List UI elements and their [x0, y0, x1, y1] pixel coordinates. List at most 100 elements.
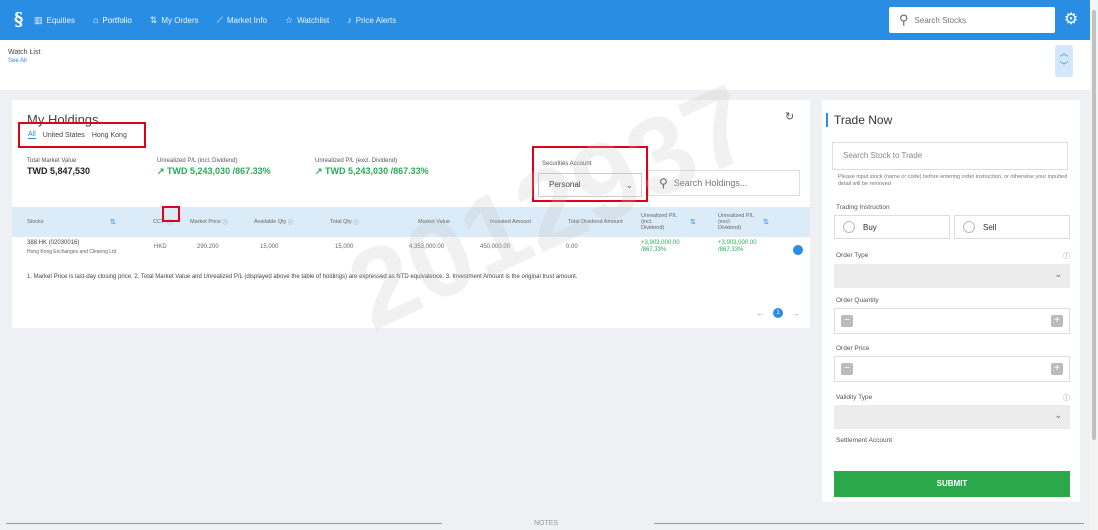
- trade-now-panel: Trade Now Search Stock to Trade Please i…: [822, 100, 1080, 502]
- table-row[interactable]: 388.HK (02030016) Hong Kong Exchanges an…: [12, 237, 810, 263]
- ccy-info-highlight: [162, 206, 180, 222]
- bell-icon: ♪: [347, 15, 352, 25]
- submit-button[interactable]: SUBMIT: [834, 471, 1070, 497]
- tab-united-states[interactable]: United States: [43, 132, 85, 139]
- chevron-down-icon[interactable]: ﹀: [1055, 60, 1073, 73]
- row-action-dot[interactable]: [793, 245, 803, 255]
- col-total-dividend: Total Dividend Amount: [568, 219, 623, 225]
- total-market-value-label: Total Market Value: [27, 158, 77, 164]
- info-icon[interactable]: ⓘ: [1063, 251, 1070, 261]
- order-quantity-stepper[interactable]: − +: [834, 308, 1070, 334]
- main-nav: ▥ Equities ⌂ Portfolio ⇅ My Orders ⟋ Market …: [34, 15, 414, 26]
- trade-stock-search[interactable]: Search Stock to Trade: [832, 142, 1068, 170]
- stock-search-box[interactable]: ⚲: [889, 7, 1055, 33]
- validity-type-select[interactable]: ⌄: [834, 405, 1070, 429]
- chevron-up-icon[interactable]: ︿: [1055, 47, 1073, 60]
- cell-ccy: HKD: [154, 244, 167, 250]
- nav-my-orders[interactable]: ⇅ My Orders: [150, 15, 199, 26]
- sort-icon[interactable]: ⇅: [763, 207, 769, 237]
- sort-icon[interactable]: ⇅: [110, 207, 116, 237]
- info-icon[interactable]: ⓘ: [353, 218, 359, 226]
- chevron-down-icon: ⌄: [1054, 269, 1062, 279]
- securities-account-select[interactable]: Personal ⌄: [538, 173, 642, 197]
- market-tabs: All United States Hong Kong: [18, 122, 146, 148]
- top-navigation-bar: § ▥ Equities ⌂ Portfolio ⇅ My Orders ⟋ Marke…: [0, 0, 1090, 40]
- col-upl-incl: Unrealized P/L (incl. Dividend): [641, 213, 677, 231]
- gear-icon[interactable]: ⚙: [1061, 10, 1081, 30]
- validity-type-label: Validity Type: [836, 394, 873, 401]
- upl-excl-amount: ↗ TWD 5,243,030 /867.33%: [315, 166, 429, 176]
- minus-icon[interactable]: −: [841, 363, 853, 375]
- info-icon[interactable]: ⓘ: [222, 218, 228, 226]
- unrealized-pl-excl: Unrealized P/L (excl. Dividend) ↗ TWD 5,…: [315, 158, 429, 177]
- divider: [6, 523, 442, 524]
- nav-equities[interactable]: ▥ Equities: [34, 15, 75, 26]
- holdings-search-box[interactable]: ⚲: [648, 170, 800, 196]
- total-market-value: Total Market Value TWD 5,847,530: [27, 158, 90, 176]
- sort-icon[interactable]: ⇅: [690, 207, 696, 237]
- buy-radio[interactable]: Buy: [834, 215, 950, 239]
- nav-portfolio[interactable]: ⌂ Portfolio: [93, 15, 132, 25]
- holdings-table-header: Stocks ⇅ CCY ⓘ Market Price ⓘ Available …: [12, 207, 810, 237]
- divider: [654, 523, 1084, 524]
- portfolio-icon: ⌂: [92, 15, 99, 25]
- sell-label: Sell: [983, 222, 997, 232]
- search-icon: ⚲: [899, 12, 909, 27]
- total-market-value-amount: TWD 5,847,530: [27, 166, 91, 176]
- col-market-value: Market Value: [418, 219, 450, 225]
- minus-icon[interactable]: −: [841, 315, 853, 327]
- cell-upl-incl: +3,903,000.00 /867.33%: [641, 240, 680, 253]
- order-quantity-label: Order Quantity: [836, 297, 879, 304]
- star-icon: ☆: [285, 14, 294, 25]
- nav-watchlist[interactable]: ☆ Watchlist: [285, 15, 329, 26]
- cell-total-dividend: 0.00: [566, 244, 578, 250]
- col-total-qty: Total Qty ⓘ: [330, 218, 359, 226]
- watch-list-title: Watch List: [8, 49, 41, 56]
- radio-circle-icon: [963, 221, 975, 233]
- cell-total-qty: 15,000: [335, 244, 354, 250]
- radio-circle-icon: [843, 221, 855, 233]
- bank-logo-icon[interactable]: §: [14, 10, 28, 30]
- info-icon[interactable]: ⓘ: [288, 218, 294, 226]
- buy-label: Buy: [863, 222, 877, 232]
- securities-account-value: Personal: [549, 180, 581, 189]
- watch-list-toggle[interactable]: ︿ ﹀: [1055, 45, 1073, 77]
- watch-list-bar: Watch List See All ︿ ﹀: [0, 40, 1090, 90]
- next-page-arrow-icon[interactable]: →: [791, 308, 800, 318]
- col-upl-excl: Unrealized P/L (excl. Dividend): [718, 213, 754, 231]
- stock-name: Hong Kong Exchanges and Clearing Ltd: [27, 249, 117, 255]
- order-price-label: Order Price: [836, 345, 870, 352]
- col-stocks: Stocks: [27, 219, 44, 225]
- prev-page-arrow-icon[interactable]: ←: [756, 308, 765, 318]
- col-invested-amount: Invested Amount: [490, 219, 531, 225]
- order-type-select[interactable]: ⌄: [834, 264, 1070, 288]
- securities-account-label: Securities Account: [542, 161, 592, 167]
- upl-incl-label: Unrealized P/L (incl. Dividend): [157, 158, 238, 164]
- cell-available-qty: 15,000: [260, 244, 279, 250]
- nav-market-info[interactable]: ⟋ Market Info: [217, 15, 267, 26]
- notes-label[interactable]: NOTES: [534, 520, 558, 527]
- search-icon: ⚲: [659, 176, 668, 190]
- stock-search-input[interactable]: [914, 15, 1035, 25]
- info-icon[interactable]: ⓘ: [1063, 393, 1070, 403]
- col-market-price: Market Price ⓘ: [190, 218, 228, 226]
- trade-hint: Please input stock (name or code) before…: [838, 174, 1068, 187]
- holdings-footnote: 1. Market Price is last-day closing pric…: [27, 274, 578, 280]
- plus-icon[interactable]: +: [1051, 315, 1063, 327]
- see-all-link[interactable]: See All: [8, 58, 27, 64]
- settlement-account-label: Settlement Account: [836, 437, 893, 444]
- sell-radio[interactable]: Sell: [954, 215, 1070, 239]
- upl-excl-label: Unrealized P/L (excl. Dividend): [315, 158, 398, 164]
- unrealized-pl-incl: Unrealized P/L (incl. Dividend) ↗ TWD 5,…: [157, 158, 271, 177]
- refresh-icon[interactable]: ↻: [785, 110, 794, 123]
- order-price-stepper[interactable]: − +: [834, 356, 1070, 382]
- cell-invested-amount: 450,000.00: [480, 244, 511, 250]
- holdings-search-input[interactable]: [673, 178, 784, 188]
- tab-hong-kong[interactable]: Hong Kong: [92, 132, 127, 139]
- tab-all[interactable]: All: [28, 131, 36, 139]
- securities-account-box: Securities Account Personal ⌄: [532, 146, 648, 202]
- plus-icon[interactable]: +: [1051, 363, 1063, 375]
- nav-price-alerts[interactable]: ♪ Price Alerts: [347, 15, 396, 25]
- scrollbar-thumb[interactable]: [1092, 10, 1096, 440]
- page-number[interactable]: 1: [773, 308, 783, 318]
